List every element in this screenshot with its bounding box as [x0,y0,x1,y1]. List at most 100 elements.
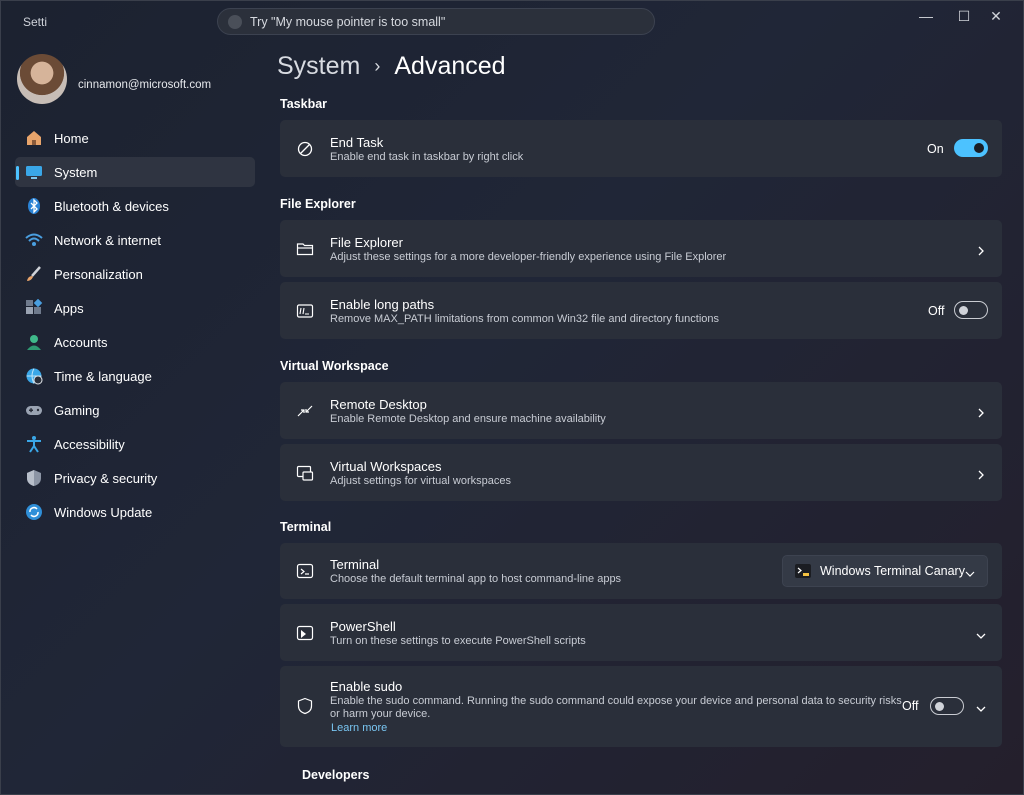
section-title-file-explorer: File Explorer [280,197,356,211]
settings-window: Setti Try "My mouse pointer is too small… [0,0,1024,795]
sudo-card: Enable sudo Enable the sudo command. Run… [280,666,1002,747]
avatar[interactable] [17,54,67,104]
section-title-developers: Developers [302,768,370,782]
sidebar-item-label: Home [54,130,89,146]
sidebar-item-label: Accounts [54,334,108,350]
path-icon [296,302,314,320]
terminal-description: Choose the default terminal app to host … [330,573,622,585]
terminal-icon [296,562,314,580]
end-task-title: End Task [330,135,384,150]
file-explorer-title: File Explorer [330,235,403,250]
title-bar: Setti Try "My mouse pointer is too small… [1,1,1024,43]
sidebar-item-privacy[interactable]: Privacy & security [15,463,255,493]
sudo-state: Off [902,699,919,713]
sudo-toggle[interactable] [930,697,964,715]
section-title-taskbar: Taskbar [280,97,328,111]
folder-icon [296,240,314,258]
long-paths-state: Off [928,304,945,318]
chevron-right-icon [976,243,986,256]
sidebar-item-label: Gaming [54,402,100,418]
section-title-terminal: Terminal [280,520,332,534]
powershell-description: Turn on these settings to execute PowerS… [330,635,586,647]
sidebar-item-label: Bluetooth & devices [54,198,169,214]
section-title-virtual-workspace: Virtual Workspace [280,359,389,373]
end-task-state: On [927,142,944,156]
sidebar-item-home[interactable]: Home [15,123,255,153]
end-task-card: End Task Enable end task in taskbar by r… [280,120,1002,177]
search-placeholder: Try "My mouse pointer is too small" [250,15,446,29]
sidebar-item-label: Windows Update [54,504,153,520]
profile-email: cinnamon@microsoft.com [78,79,212,91]
sidebar-item-label: Network & internet [54,232,161,248]
block-icon [296,140,314,158]
sudo-description-line2: or harm your device. [330,708,431,720]
file-explorer-description: Adjust these settings for a more develop… [330,251,727,263]
virtual-workspaces-title: Virtual Workspaces [330,459,442,474]
terminal-card: Terminal Choose the default terminal app… [280,543,1002,599]
remote-desktop-card[interactable]: Remote Desktop Enable Remote Desktop and… [280,382,1002,439]
end-task-toggle[interactable] [954,139,988,157]
powershell-card[interactable]: PowerShell Turn on these settings to exe… [280,604,1002,661]
gamepad-icon [25,401,43,419]
terminal-select[interactable]: Windows Terminal Canary [782,555,988,587]
page-title: Advanced [394,51,506,80]
sidebar-item-label: Personalization [54,266,143,282]
sidebar-item-label: Time & language [54,368,152,384]
account-icon [25,333,43,351]
chevron-right-icon: › [374,55,381,76]
search-input[interactable]: Try "My mouse pointer is too small" [217,8,655,35]
chevron-down-icon[interactable] [976,701,986,712]
sidebar-item-network[interactable]: Network & internet [15,225,255,255]
sidebar-item-system[interactable]: System [15,157,255,187]
sidebar-item-accessibility[interactable]: Accessibility [15,429,255,459]
end-task-description: Enable end task in taskbar by right clic… [330,151,524,163]
chevron-down-icon[interactable] [976,628,986,639]
sidebar-item-personalization[interactable]: Personalization [15,259,255,289]
terminal-select-value: Windows Terminal Canary [820,564,965,578]
terminal-canary-icon [795,564,811,578]
sidebar-item-bluetooth[interactable]: Bluetooth & devices [15,191,255,221]
chevron-right-icon [976,467,986,480]
apps-icon [25,299,43,317]
shield-icon [25,469,43,487]
globe-clock-icon [25,367,43,385]
sidebar-item-time-language[interactable]: Time & language [15,361,255,391]
terminal-title: Terminal [330,557,380,572]
sidebar-nav: Home System Bluetooth & devices Network … [15,123,255,531]
learn-more-link[interactable]: Learn more [331,722,387,734]
update-icon [25,503,43,521]
sidebar-item-apps[interactable]: Apps [15,293,255,323]
brush-icon [25,265,43,283]
sidebar-item-gaming[interactable]: Gaming [15,395,255,425]
sidebar-item-label: Privacy & security [54,470,158,486]
file-explorer-card[interactable]: File Explorer Adjust these settings for … [280,220,1002,277]
sudo-title: Enable sudo [330,679,403,694]
virtual-workspace-icon [296,464,314,482]
chevron-right-icon [976,405,986,418]
breadcrumb-parent[interactable]: System [277,52,360,81]
powershell-title: PowerShell [330,619,396,634]
bluetooth-icon [25,197,43,215]
home-icon [25,129,43,147]
sidebar-item-label: System [54,164,98,180]
virtual-workspaces-description: Adjust settings for virtual workspaces [330,475,511,487]
maximize-button[interactable]: ☐ [949,7,979,25]
accessibility-icon [25,435,43,453]
minimize-button[interactable]: — [911,7,941,25]
virtual-workspaces-card[interactable]: Virtual Workspaces Adjust settings for v… [280,444,1002,501]
long-paths-description: Remove MAX_PATH limitations from common … [330,313,720,325]
search-icon [228,15,242,29]
sidebar-item-accounts[interactable]: Accounts [15,327,255,357]
close-button[interactable]: ✕ [981,7,1011,25]
long-paths-card: Enable long paths Remove MAX_PATH limita… [280,282,1002,339]
sidebar-item-windows-update[interactable]: Windows Update [15,497,255,527]
sidebar-item-label: Accessibility [54,436,125,452]
shield-outline-icon [296,697,314,715]
remote-desktop-description: Enable Remote Desktop and ensure machine… [330,413,606,425]
powershell-icon [296,624,314,642]
sudo-description-line1: Enable the sudo command. Running the sud… [330,695,902,707]
breadcrumb: System › Advanced [277,49,506,83]
long-paths-toggle[interactable] [954,301,988,319]
system-icon [25,163,43,181]
sidebar-item-label: Apps [54,300,84,316]
